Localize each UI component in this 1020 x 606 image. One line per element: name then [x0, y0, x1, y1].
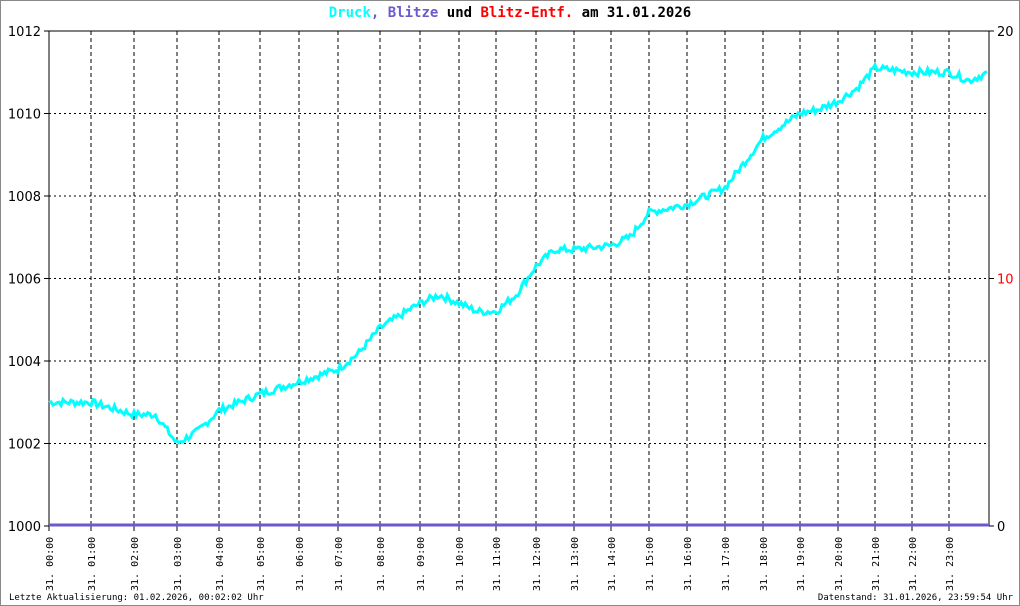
x-tick-label: 31. 09:00 [416, 537, 427, 591]
x-tick-label: 31. 02:00 [130, 537, 141, 591]
x-tick-label: 31. 01:00 [87, 537, 98, 591]
y-tick-label: 1006 [8, 273, 41, 288]
y2-tick-label: 10 [997, 273, 1014, 288]
y2-tick-label: 0 [997, 520, 1005, 535]
chart: Druck, Blitze und Blitz-Entf. am 31.01.2… [0, 0, 1020, 606]
x-tick-label: 31. 03:00 [173, 537, 184, 591]
x-tick-label: 31. 07:00 [334, 537, 345, 591]
x-tick-label: 31. 04:00 [215, 537, 226, 591]
x-tick-label: 31. 16:00 [683, 537, 694, 591]
y-tick-label: 1010 [8, 108, 41, 123]
x-tick-label: 31. 20:00 [834, 537, 845, 591]
data-status: Datenstand: 31.01.2026, 23:59:54 Uhr [817, 593, 1013, 603]
x-tick-label: 31. 08:00 [376, 537, 387, 591]
y-tick-label: 1002 [8, 438, 41, 453]
y-tick-label: 1012 [8, 25, 41, 40]
y2-tick-label: 20 [997, 25, 1014, 40]
last-update: Letzte Aktualisierung: 01.02.2026, 00:02… [9, 593, 264, 603]
x-tick-label: 31. 21:00 [871, 537, 882, 591]
y-tick-label: 1008 [8, 190, 41, 205]
x-tick-label: 31. 10:00 [455, 537, 466, 591]
y-tick-label: 1004 [8, 355, 41, 370]
x-tick-label: 31. 05:00 [256, 537, 267, 591]
plot-area: 1000 1002 1004 1006 1008 1010 1012 0 10 20 31. 00:… [8, 25, 1014, 591]
x-tick-label: 31. 23:00 [945, 537, 956, 591]
x-tick-label: 31. 22:00 [908, 537, 919, 591]
x-tick-label: 31. 11:00 [492, 537, 503, 591]
x-tick-label: 31. 00:00 [45, 537, 56, 591]
y-tick-label: 1000 [8, 520, 41, 535]
x-tick-label: 31. 18:00 [759, 537, 770, 591]
x-tick-label: 31. 15:00 [645, 537, 656, 591]
x-tick-label: 31. 17:00 [721, 537, 732, 591]
x-tick-label: 31. 06:00 [295, 537, 306, 591]
x-tick-label: 31. 13:00 [570, 537, 581, 591]
x-tick-label: 31. 14:00 [607, 537, 618, 591]
x-tick-label: 31. 19:00 [796, 537, 807, 591]
x-tick-label: 31. 12:00 [532, 537, 543, 591]
